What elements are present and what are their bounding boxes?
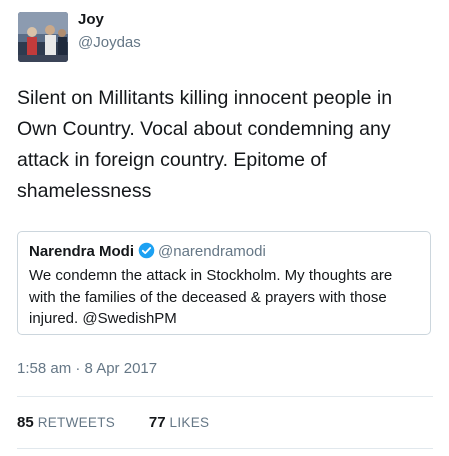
retweets-label: RETWEETS — [37, 415, 116, 430]
likes-stat[interactable]: 77 LIKES — [149, 414, 209, 431]
verified-badge-icon — [138, 242, 155, 265]
divider-bottom — [17, 448, 433, 449]
avatar[interactable] — [18, 12, 68, 62]
tweet-timestamp[interactable]: 1:58 am · 8 Apr 2017 — [17, 360, 157, 377]
author-handle[interactable]: @Joydas — [78, 34, 141, 51]
tweet-text: Silent on Millitants killing innocent pe… — [17, 87, 393, 202]
author-name[interactable]: Joy — [78, 11, 104, 28]
quoted-tweet-text: We condemn the attack in Stockholm. My t… — [29, 267, 393, 327]
likes-label: LIKES — [169, 415, 210, 430]
retweets-stat[interactable]: 85 RETWEETS — [17, 414, 115, 431]
tweet-stats: 85 RETWEETS 77 LIKES — [17, 414, 209, 431]
quoted-author-name: Narendra Modi — [29, 243, 135, 260]
quoted-tweet-card[interactable]: Narendra Modi @narendramodi We condemn th… — [17, 231, 431, 335]
quoted-tweet-header: Narendra Modi @narendramodi — [29, 242, 266, 265]
retweets-count: 85 — [17, 414, 34, 431]
divider-top — [17, 396, 433, 397]
quoted-author-handle: @narendramodi — [158, 243, 266, 260]
avatar-photo — [18, 12, 68, 62]
likes-count: 77 — [148, 414, 166, 431]
